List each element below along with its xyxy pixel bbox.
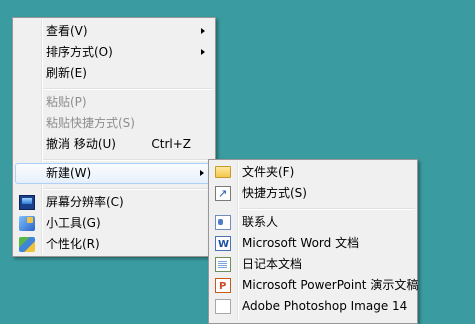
menu-item-gadgets-label: 小工具(G) xyxy=(46,216,101,230)
submenu-item-folder-label: 文件夹(F) xyxy=(242,165,295,179)
menu-item-personalize[interactable]: 个性化(R) xyxy=(15,234,213,255)
personalize-icon xyxy=(19,237,35,252)
submenu-item-contact-label: 联系人 xyxy=(242,215,279,229)
word-icon xyxy=(215,234,231,255)
menu-item-view-label: 查看(V) xyxy=(46,24,88,38)
menu-item-view[interactable]: 查看(V) xyxy=(15,21,213,42)
menu-item-personalize-label: 个性化(R) xyxy=(46,237,100,251)
menu-item-paste-label: 粘贴(P) xyxy=(46,95,87,109)
submenu-item-word-doc[interactable]: Microsoft Word 文档 xyxy=(211,233,415,255)
gadget-icon xyxy=(19,216,35,231)
new-submenu: 文件夹(F) 快捷方式(S) 联系人 Microsoft Word 文档 日记本… xyxy=(208,159,418,324)
desktop[interactable]: { "context_menu": { "view": {"label": "查… xyxy=(0,0,475,324)
submenu-arrow-icon xyxy=(201,28,205,34)
menu-item-screen-resolution[interactable]: 屏幕分辨率(C) xyxy=(15,192,213,213)
menu-separator xyxy=(43,188,213,190)
menu-item-undo-move-shortcut: Ctrl+Z xyxy=(151,137,191,151)
menu-item-new[interactable]: 新建(W) xyxy=(15,163,213,184)
desktop-context-menu: 查看(V) 排序方式(O) 刷新(E) 粘贴(P) 粘贴快捷方式(S) 撤消 移… xyxy=(12,17,216,257)
submenu-item-shortcut[interactable]: 快捷方式(S) xyxy=(211,183,415,204)
menu-item-refresh[interactable]: 刷新(E) xyxy=(15,63,213,84)
submenu-arrow-icon xyxy=(200,170,204,176)
submenu-item-photoshop-image-label: Adobe Photoshop Image 14 xyxy=(242,299,408,313)
submenu-item-folder[interactable]: 文件夹(F) xyxy=(211,162,415,183)
menu-separator xyxy=(43,88,213,90)
submenu-item-contact[interactable]: 联系人 xyxy=(211,212,415,233)
folder-icon xyxy=(215,166,231,178)
submenu-item-journal-doc-label: 日记本文档 xyxy=(242,257,303,271)
menu-separator xyxy=(239,208,415,210)
submenu-item-word-doc-label: Microsoft Word 文档 xyxy=(242,236,360,250)
menu-item-paste-shortcut[interactable]: 粘贴快捷方式(S) xyxy=(15,113,213,134)
menu-item-screen-resolution-label: 屏幕分辨率(C) xyxy=(46,195,124,209)
file-icon xyxy=(215,299,231,314)
shortcut-icon xyxy=(215,183,231,204)
submenu-item-journal-doc[interactable]: 日记本文档 xyxy=(211,254,415,275)
menu-item-gadgets[interactable]: 小工具(G) xyxy=(15,213,213,234)
menu-separator xyxy=(43,159,213,161)
menu-item-paste-shortcut-label: 粘贴快捷方式(S) xyxy=(46,116,135,130)
journal-icon xyxy=(215,257,231,272)
menu-item-sort-by-label: 排序方式(O) xyxy=(46,45,113,59)
menu-item-paste[interactable]: 粘贴(P) xyxy=(15,92,213,113)
menu-item-refresh-label: 刷新(E) xyxy=(46,66,87,80)
submenu-item-ppt-doc[interactable]: Microsoft PowerPoint 演示文稿 xyxy=(211,275,419,297)
menu-item-sort-by[interactable]: 排序方式(O) xyxy=(15,42,213,63)
submenu-item-ppt-doc-label: Microsoft PowerPoint 演示文稿 xyxy=(242,278,419,292)
contact-icon xyxy=(215,215,231,230)
submenu-arrow-icon xyxy=(201,49,205,55)
powerpoint-icon xyxy=(215,276,231,297)
menu-item-undo-move-label: 撤消 移动(U) xyxy=(46,137,116,151)
submenu-item-photoshop-image[interactable]: Adobe Photoshop Image 14 xyxy=(211,296,415,317)
display-icon xyxy=(19,195,35,210)
submenu-item-shortcut-label: 快捷方式(S) xyxy=(242,186,307,200)
menu-item-undo-move[interactable]: 撤消 移动(U) Ctrl+Z xyxy=(15,134,213,155)
menu-item-new-label: 新建(W) xyxy=(46,166,92,180)
